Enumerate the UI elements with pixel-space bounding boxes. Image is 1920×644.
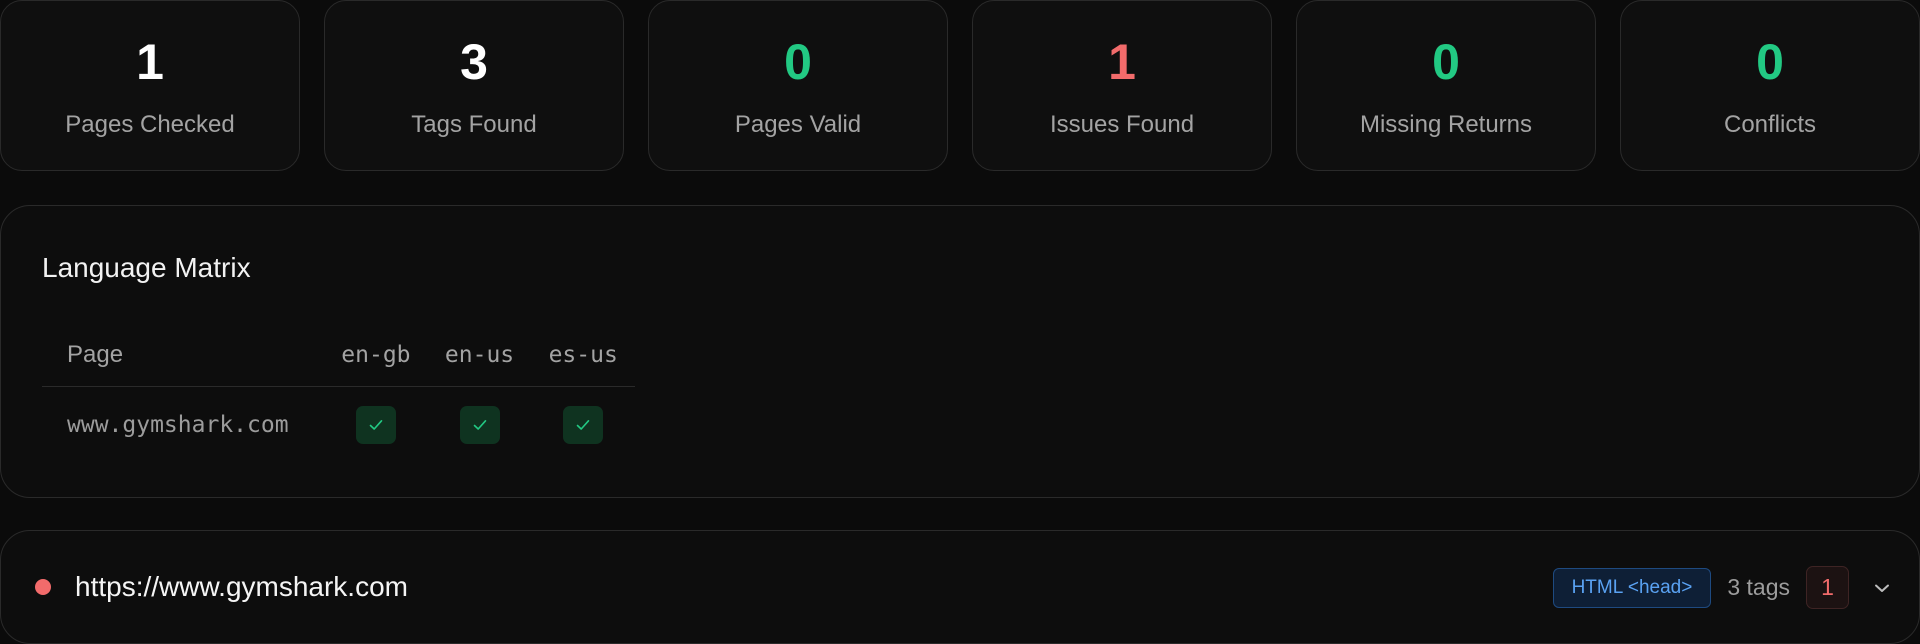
stat-value: 0 — [1756, 33, 1784, 90]
tags-count: 3 tags — [1727, 574, 1790, 600]
stat-value: 1 — [136, 33, 164, 90]
stats-row: 1 Pages Checked 3 Tags Found 0 Pages Val… — [0, 0, 1920, 171]
stat-card-tags-found: 3 Tags Found — [324, 0, 624, 171]
issues-count-badge: 1 — [1806, 566, 1849, 609]
matrix-cell — [428, 406, 532, 444]
stat-value: 1 — [1108, 33, 1136, 90]
status-dot — [35, 579, 51, 595]
source-badge: HTML <head> — [1552, 567, 1712, 608]
stat-label: Tags Found — [411, 110, 537, 138]
stat-value: 0 — [1432, 33, 1460, 90]
stat-value: 3 — [460, 33, 488, 90]
page-url[interactable]: https://www.gymshark.com — [75, 571, 408, 603]
stat-label: Pages Checked — [65, 110, 235, 138]
column-header-language: en-gb — [341, 342, 411, 368]
language-matrix-panel: Language Matrix Page en-gb en-us es-us w… — [0, 205, 1920, 498]
matrix-cell — [531, 406, 635, 444]
check-icon — [563, 406, 604, 444]
page: 1 Pages Checked 3 Tags Found 0 Pages Val… — [0, 0, 1920, 644]
stat-card-pages-checked: 1 Pages Checked — [0, 0, 300, 171]
matrix-cell — [324, 406, 428, 444]
language-matrix-table: Page en-gb en-us es-us www.gymshark.com — [42, 324, 635, 463]
stat-card-pages-valid: 0 Pages Valid — [648, 0, 948, 171]
stat-value: 0 — [784, 33, 812, 90]
table-row: www.gymshark.com — [42, 387, 635, 463]
check-icon — [355, 406, 396, 444]
language-matrix-title: Language Matrix — [42, 252, 251, 283]
stat-card-missing-returns: 0 Missing Returns — [1296, 0, 1596, 171]
column-header-language: es-us — [548, 342, 618, 368]
column-header-page: Page — [67, 341, 124, 368]
stat-label: Missing Returns — [1359, 110, 1533, 138]
check-icon — [459, 406, 500, 444]
chevron-down-icon[interactable] — [1871, 577, 1893, 599]
page-result-row[interactable]: https://www.gymshark.com HTML <head> 3 t… — [0, 530, 1920, 644]
row-page-name: www.gymshark.com — [67, 412, 289, 438]
matrix-header-row: Page en-gb en-us es-us — [42, 324, 635, 387]
stat-card-issues-found: 1 Issues Found — [972, 0, 1272, 171]
stat-label: Issues Found — [1049, 110, 1195, 138]
stat-label: Conflicts — [1723, 110, 1817, 138]
stat-label: Pages Valid — [734, 110, 862, 138]
result-meta: HTML <head> 3 tags 1 — [1552, 566, 1893, 609]
stat-card-conflicts: 0 Conflicts — [1620, 0, 1920, 171]
column-header-language: en-us — [444, 342, 515, 368]
